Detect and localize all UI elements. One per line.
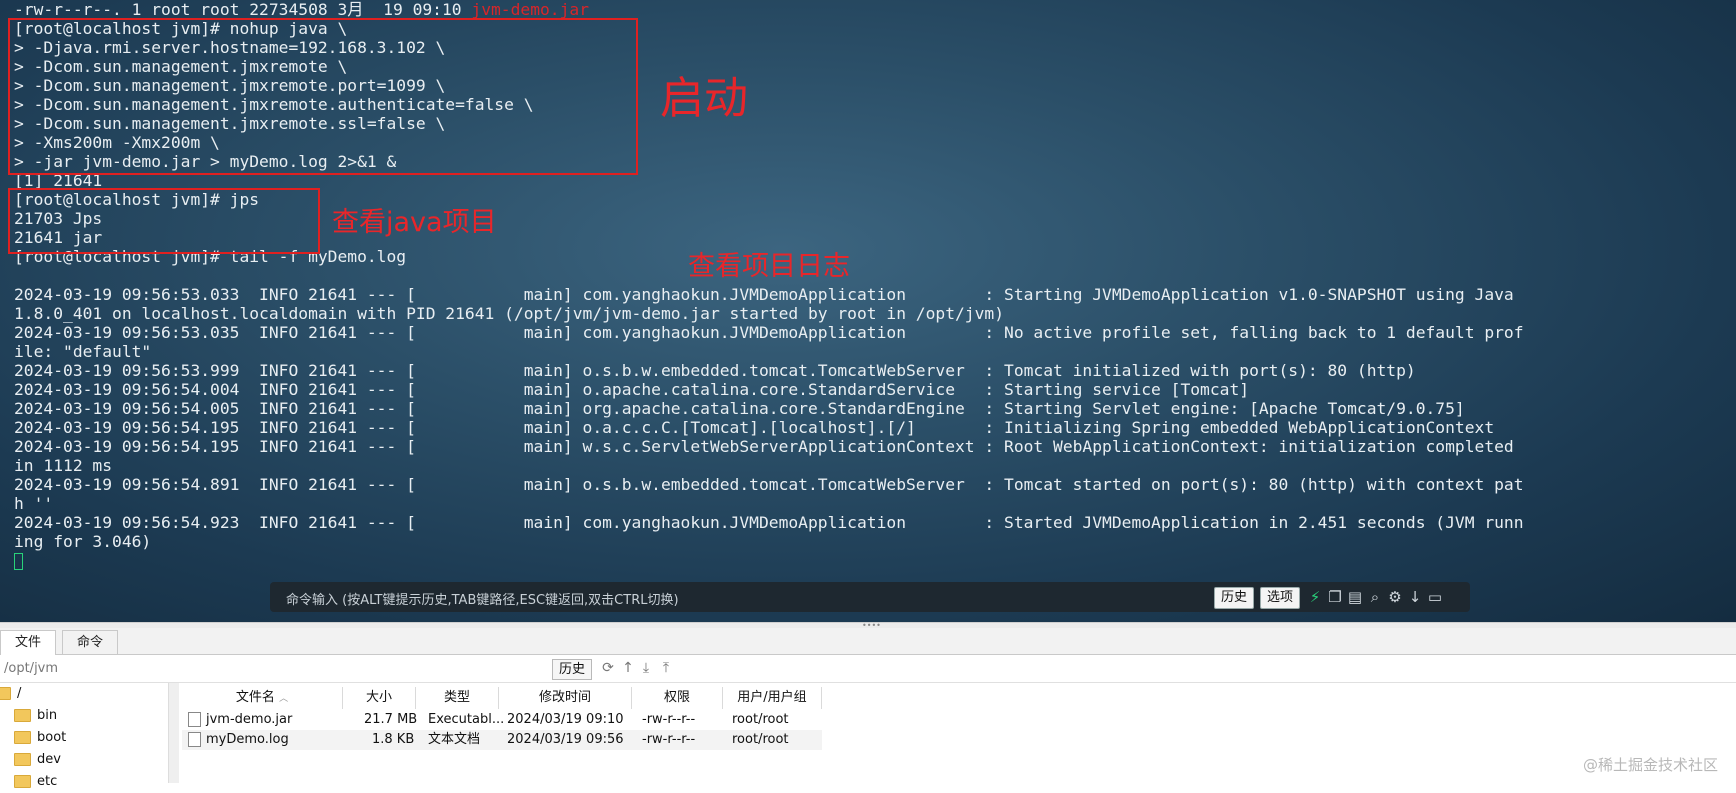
terminal-line: 2024-03-19 09:56:54.005 INFO 21641 --- […: [14, 399, 1465, 418]
terminal-line: 2024-03-19 09:56:54.195 INFO 21641 --- […: [14, 418, 1495, 437]
file-permissions-cell: -rw-r--r--: [642, 732, 696, 747]
command-options-button[interactable]: 选项: [1260, 587, 1301, 609]
terminal-line: 1.8.0_401 on localhost.localdomain with …: [14, 304, 1005, 323]
file-owner-cell: root/root: [732, 732, 789, 747]
path-input[interactable]: /opt/jvm: [4, 661, 58, 676]
tree-item-root[interactable]: /: [0, 683, 21, 705]
file-permissions-cell: -rw-r--r--: [642, 712, 696, 727]
folder-icon: [14, 709, 31, 722]
terminal-line: ile: "default": [14, 342, 152, 361]
download-icon[interactable]: ⤓: [638, 660, 654, 676]
up-directory-icon[interactable]: ↑: [620, 660, 636, 676]
arrow-down-icon[interactable]: ↓: [1406, 587, 1424, 607]
tree-item-label: boot: [37, 730, 67, 745]
tree-item-bin[interactable]: bin: [14, 705, 57, 727]
file-type-cell: 文本文档: [428, 732, 481, 747]
column-header-size[interactable]: 大小: [343, 687, 416, 709]
file-row[interactable]: jvm-demo.jar 21.7 MB Executabl... 2024/0…: [182, 710, 822, 730]
terminal-line: 2024-03-19 09:56:54.923 INFO 21641 --- […: [14, 513, 1524, 532]
highlighted-filename: jvm-demo.jar: [471, 0, 590, 19]
file-modified-cell: 2024/03/19 09:56: [507, 732, 624, 747]
terminal-pane[interactable]: -rw-r--r--. 1 root root 22734508 3月 19 0…: [0, 0, 1736, 622]
search-icon[interactable]: ⌕: [1366, 587, 1384, 607]
terminal-line: -rw-r--r--. 1 root root 22734508 3月 19 0…: [14, 0, 590, 19]
file-size-cell: 1.8 KB: [372, 732, 415, 747]
tree-item-label: /: [17, 686, 22, 701]
lightning-icon[interactable]: ⚡: [1306, 587, 1324, 607]
paste-icon[interactable]: ▤: [1346, 587, 1364, 607]
terminal-line: 2024-03-19 09:56:54.195 INFO 21641 --- […: [14, 437, 1514, 456]
column-header-name[interactable]: 文件名 ︿: [182, 687, 343, 709]
command-input-placeholder[interactable]: 命令输入 (按ALT键提示历史,TAB键路径,ESC键返回,双击CTRL切换): [286, 589, 679, 608]
copy-icon[interactable]: ❐: [1326, 587, 1344, 607]
file-name-cell: myDemo.log: [188, 730, 289, 750]
jps-highlight-box: [8, 188, 320, 254]
file-modified-cell: 2024/03/19 09:10: [507, 712, 624, 727]
annotation-start: 启动: [660, 73, 748, 124]
tree-item-boot[interactable]: boot: [14, 727, 66, 749]
terminal-line: ing for 3.046): [14, 532, 152, 551]
command-history-button[interactable]: 历史: [1214, 587, 1255, 609]
tab-files[interactable]: 文件: [0, 630, 57, 655]
gear-icon[interactable]: ⚙: [1386, 587, 1404, 607]
tree-scrollbar[interactable]: [168, 683, 179, 783]
directory-tree: / bin boot dev etc: [0, 683, 172, 789]
folder-icon: [14, 731, 31, 744]
file-name-cell: jvm-demo.jar: [188, 710, 292, 730]
file-type-cell: Executabl...: [428, 712, 505, 727]
column-header-permissions[interactable]: 权限: [632, 687, 723, 709]
tree-item-dev[interactable]: dev: [14, 749, 61, 771]
folder-icon: [0, 687, 11, 700]
column-header-owner[interactable]: 用户/用户组: [723, 687, 822, 709]
bottom-tab-bar: 文件 命令: [0, 628, 1736, 655]
path-history-button[interactable]: 历史: [552, 659, 593, 680]
window-icon[interactable]: ▭: [1426, 587, 1444, 607]
watermark: @稀土掘金技术社区: [1582, 756, 1718, 774]
tab-commands[interactable]: 命令: [62, 630, 119, 654]
refresh-icon[interactable]: ⟳: [600, 660, 616, 676]
terminal-line: 2024-03-19 09:56:53.033 INFO 21641 --- […: [14, 285, 1514, 304]
text-file-icon: [188, 732, 201, 747]
terminal-cursor: [14, 553, 23, 570]
jar-file-icon: [188, 712, 201, 727]
folder-icon: [14, 753, 31, 766]
tree-item-label: dev: [37, 752, 61, 767]
file-row[interactable]: myDemo.log 1.8 KB 文本文档 2024/03/19 09:56 …: [182, 730, 822, 750]
annotation-check-log: 查看项目日志: [688, 251, 850, 282]
file-size-cell: 21.7 MB: [364, 712, 418, 727]
folder-icon: [14, 775, 31, 788]
tree-item-label: etc: [37, 774, 58, 789]
sort-up-icon: ︿: [279, 694, 289, 704]
file-owner-cell: root/root: [732, 712, 789, 727]
command-input-bar[interactable]: 命令输入 (按ALT键提示历史,TAB键路径,ESC键返回,双击CTRL切换) …: [270, 582, 1470, 612]
start-highlight-box: [8, 18, 638, 175]
tree-item-etc[interactable]: etc: [14, 771, 57, 793]
terminal-line: 2024-03-19 09:56:54.891 INFO 21641 --- […: [14, 475, 1524, 494]
path-bar: /opt/jvm 历史 ⟳ ↑ ⤓ ⤒: [0, 656, 1736, 683]
upload-icon[interactable]: ⤒: [658, 660, 674, 676]
column-header-modified[interactable]: 修改时间: [499, 687, 632, 709]
terminal-line: 2024-03-19 09:56:53.999 INFO 21641 --- […: [14, 361, 1416, 380]
terminal-line: in 1112 ms: [14, 456, 113, 475]
terminal-line: 2024-03-19 09:56:53.035 INFO 21641 --- […: [14, 323, 1524, 342]
annotation-check-java: 查看java项目: [332, 207, 497, 238]
terminal-line: h '': [14, 494, 54, 513]
terminal-line: 2024-03-19 09:56:54.004 INFO 21641 --- […: [14, 380, 1250, 399]
file-list: 文件名 ︿ 大小 类型 修改时间 权限 用户/用户组 jvm-demo.jar …: [182, 683, 1736, 783]
tree-item-label: bin: [37, 708, 58, 723]
column-header-type[interactable]: 类型: [416, 687, 499, 709]
